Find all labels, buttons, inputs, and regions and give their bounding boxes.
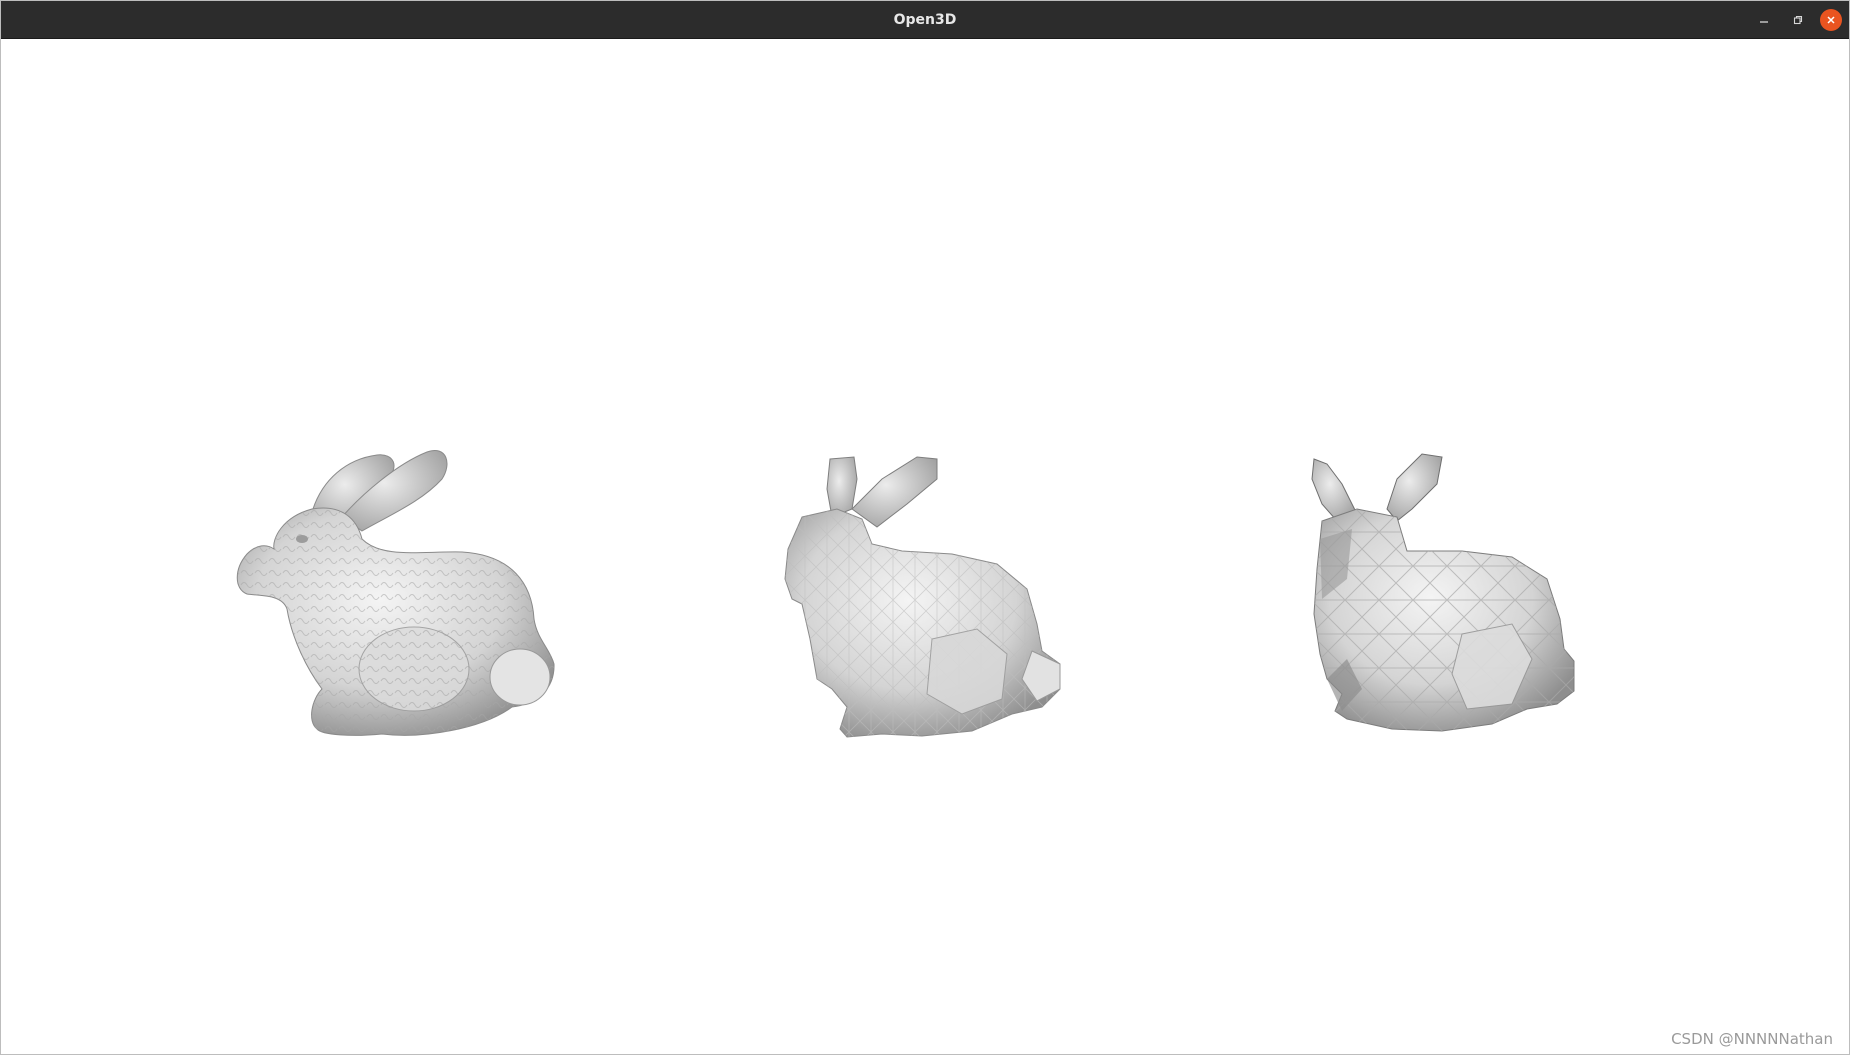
- watermark-text: CSDN @NNNNNathan: [1671, 1030, 1833, 1048]
- window-title: Open3D: [893, 12, 957, 28]
- maximize-button[interactable]: [1787, 9, 1809, 31]
- simplified-mesh-medium[interactable]: [784, 456, 1061, 738]
- close-button[interactable]: [1820, 9, 1842, 31]
- simplified-mesh-coarse[interactable]: [1311, 453, 1575, 732]
- 3d-viewport[interactable]: CSDN @NNNNNathan: [2, 39, 1849, 1054]
- open3d-window: Open3D CSDN @NNNNNathan: [0, 0, 1850, 1055]
- scene: [236, 450, 1575, 738]
- close-icon: [1827, 16, 1835, 24]
- restore-icon: [1793, 15, 1803, 25]
- minimize-button[interactable]: [1753, 9, 1775, 31]
- title-bar[interactable]: Open3D: [1, 1, 1849, 39]
- minimize-icon: [1760, 21, 1768, 23]
- original-mesh[interactable]: [236, 450, 555, 736]
